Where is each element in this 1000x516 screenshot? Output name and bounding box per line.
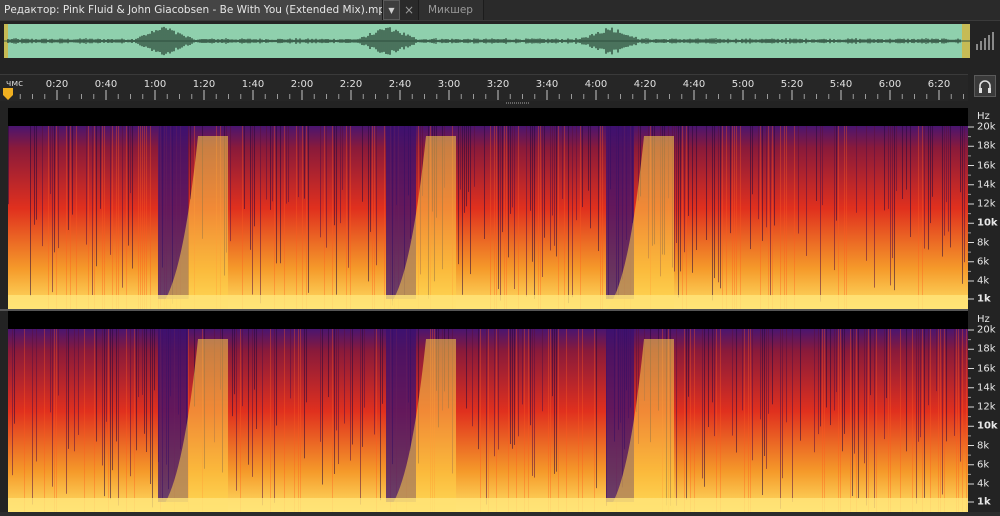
splitter-grip[interactable] xyxy=(506,102,530,105)
frequency-unit-label: Hz xyxy=(977,314,990,325)
frequency-tick-label: 4k xyxy=(977,275,990,287)
frequency-scale-right: Hz 20k 18k 16k 14k 12k 10k 8k 6k 4k 1k xyxy=(968,311,1000,512)
playhead-marker-icon xyxy=(3,88,13,100)
tab-close-button[interactable]: × xyxy=(402,0,416,20)
frequency-tick-label: 18k xyxy=(977,140,996,152)
ruler-tick-label: 2:00 xyxy=(290,79,314,90)
ruler-tick-label: 1:00 xyxy=(143,79,167,90)
frequency-scale-left: Hz 20k 18k 16k 14k 12k 10k 8k 6k 4k 1k xyxy=(968,108,1000,309)
ruler-tick-label: 3:40 xyxy=(535,79,559,90)
ruler-tick-label: 5:40 xyxy=(829,79,853,90)
frequency-tick-label: 1k xyxy=(977,293,991,305)
ruler-tick-label: 4:00 xyxy=(584,79,608,90)
chevron-down-icon: ▼ xyxy=(388,6,395,15)
ruler-tick-label: 4:40 xyxy=(682,79,706,90)
frequency-tick-label: 8k xyxy=(977,440,990,451)
ruler-tick-label: 2:20 xyxy=(339,79,363,90)
editor-tab-bar: Редактор: Pink Fluid & John Giacobsen - … xyxy=(0,0,1000,21)
spectral-channel-left[interactable] xyxy=(8,108,968,309)
frequency-tick-label: 8k xyxy=(977,237,990,248)
frequency-tick-label: 12k xyxy=(977,401,996,413)
ruler-tick-label: 5:20 xyxy=(780,79,804,90)
zoom-meter-icon[interactable] xyxy=(974,26,998,56)
frequency-tick-label: 12k xyxy=(977,198,996,210)
frequency-tick-label: 16k xyxy=(977,160,996,171)
close-icon: × xyxy=(403,3,415,17)
frequency-tick-label: 14k xyxy=(977,179,996,191)
ruler-tick-label: 6:00 xyxy=(878,79,902,90)
headphones-button[interactable] xyxy=(974,75,996,97)
tab-editor[interactable]: Редактор: Pink Fluid & John Giacobsen - … xyxy=(0,0,383,20)
ruler-unit-label: чмс xyxy=(6,79,24,89)
headphones-icon xyxy=(979,80,991,93)
time-ruler[interactable]: чмс 0:20 0:40 1:00 1:20 1:40 2:00 2:20 2:40 3:00… xyxy=(0,74,968,101)
frequency-tick-label: 4k xyxy=(977,478,990,490)
frequency-tick-label: 10k xyxy=(977,420,998,432)
ruler-tick-label: 6:20 xyxy=(927,79,951,90)
frequency-tick-label: 6k xyxy=(977,256,990,268)
frequency-tick-label: 20k xyxy=(977,121,996,133)
frequency-tick-label: 1k xyxy=(977,496,991,508)
tab-mixer[interactable]: Микшер xyxy=(418,0,484,20)
overview-waveform[interactable] xyxy=(4,24,970,58)
spectral-channel-right[interactable] xyxy=(8,311,968,512)
ruler-tick-label: 2:40 xyxy=(388,79,412,90)
tab-dropdown-button[interactable]: ▼ xyxy=(383,0,400,20)
spectrogram-left xyxy=(8,108,968,309)
frequency-tick-label: 10k xyxy=(977,217,998,229)
ruler-tick-label: 4:20 xyxy=(633,79,657,90)
overview-waveform-graphic xyxy=(4,24,970,58)
ruler-tick-label: 3:20 xyxy=(486,79,510,90)
ruler-tick-label: 3:00 xyxy=(437,79,461,90)
ruler-tick-label: 0:20 xyxy=(45,79,69,90)
frequency-unit-label: Hz xyxy=(977,111,990,122)
frequency-tick-label: 20k xyxy=(977,324,996,336)
panel-bottom-edge xyxy=(0,512,1000,516)
frequency-tick-label: 14k xyxy=(977,382,996,394)
ruler-tick-label: 0:40 xyxy=(94,79,118,90)
frequency-tick-label: 16k xyxy=(977,363,996,374)
spectrogram-right xyxy=(8,311,968,512)
ruler-tick-label: 1:40 xyxy=(241,79,265,90)
frequency-tick-label: 6k xyxy=(977,459,990,471)
ruler-tick-label: 5:00 xyxy=(731,79,755,90)
ruler-tick-label: 1:20 xyxy=(192,79,216,90)
frequency-tick-label: 18k xyxy=(977,343,996,355)
